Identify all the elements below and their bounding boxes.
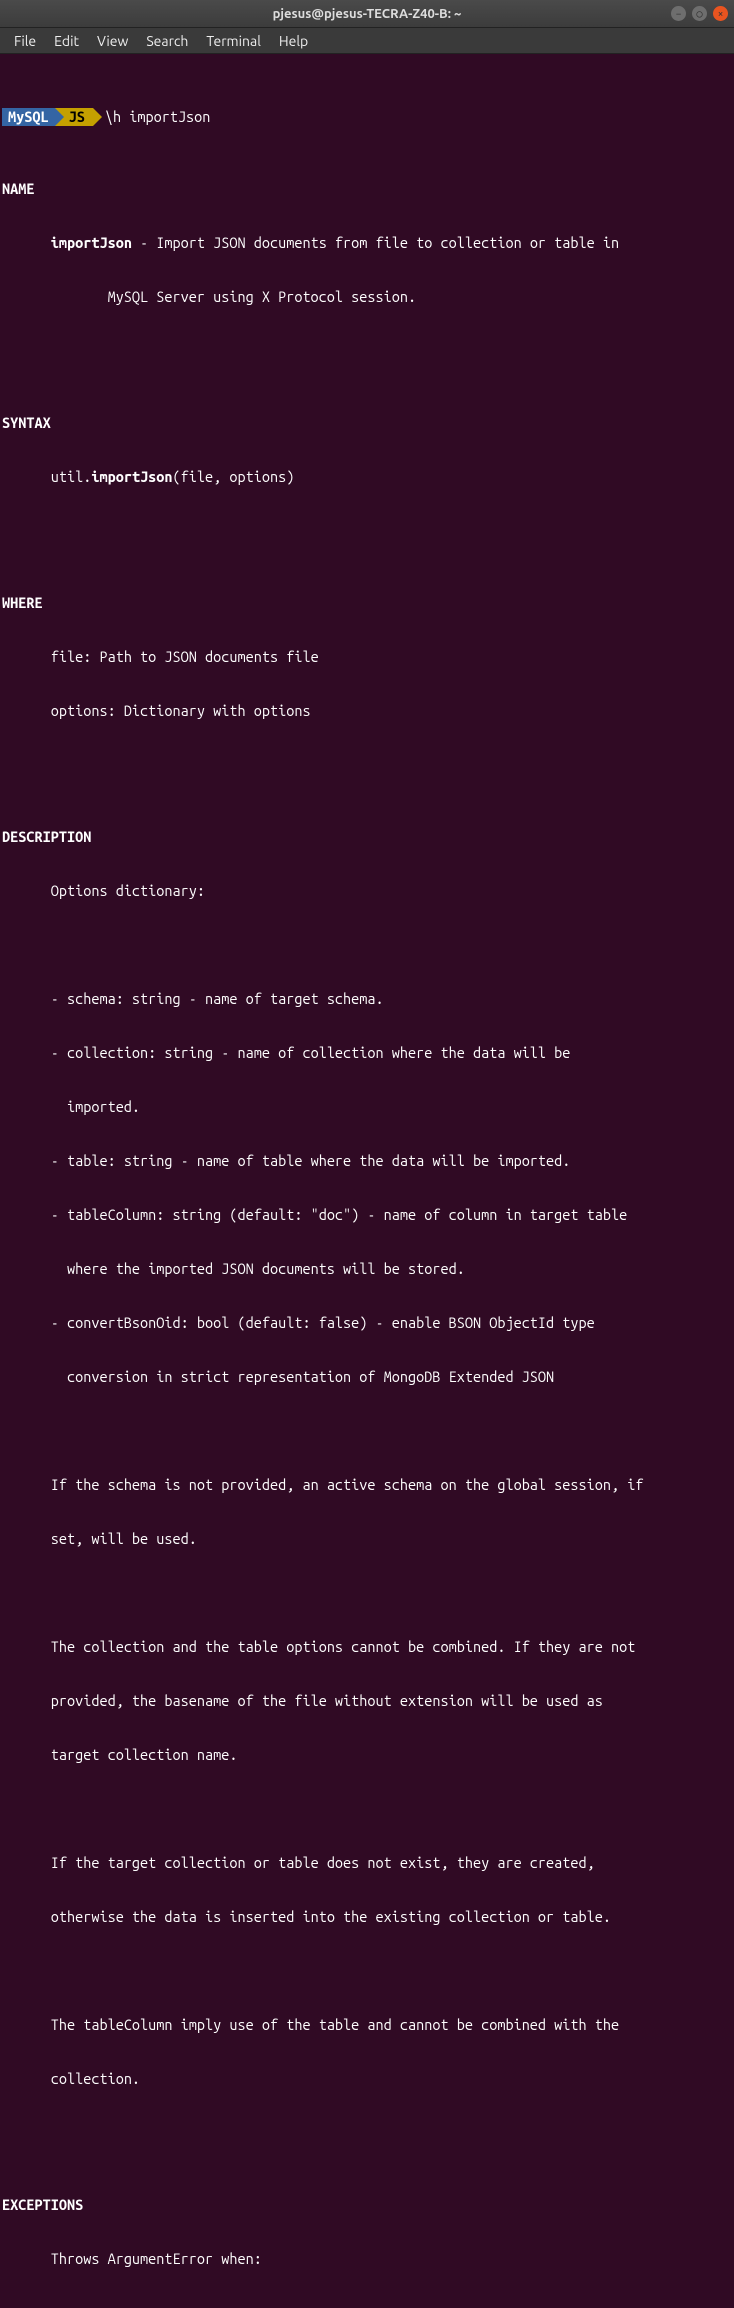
where-options: options: Dictionary with options — [2, 702, 732, 720]
window-controls: − ◯ × — [671, 6, 728, 21]
desc-opt: - schema: string - name of target schema… — [2, 990, 732, 1008]
blank — [2, 2124, 732, 2142]
name-line-1: importJson - Import JSON documents from … — [2, 234, 732, 252]
section-name-heading: NAME — [2, 180, 732, 198]
menu-view[interactable]: View — [89, 31, 136, 51]
prompt-line: MySQL JS \h importJson — [2, 108, 732, 126]
desc-opt: - convertBsonOid: bool (default: false) … — [2, 1314, 732, 1332]
section-description-heading: DESCRIPTION — [2, 828, 732, 846]
menu-search[interactable]: Search — [138, 31, 196, 51]
blank — [2, 1962, 732, 1980]
section-exceptions-heading: EXCEPTIONS — [2, 2196, 732, 2214]
menu-edit[interactable]: Edit — [46, 31, 87, 51]
window-title: pjesus@pjesus-TECRA-Z40-B: ~ — [0, 7, 734, 21]
desc-opt: - collection: string - name of collectio… — [2, 1044, 732, 1062]
blank — [2, 756, 732, 774]
desc-para1: set, will be used. — [2, 1530, 732, 1548]
exc-argument: Throws ArgumentError when: — [2, 2250, 732, 2268]
terminal-output[interactable]: MySQL JS \h importJson NAME importJson -… — [0, 54, 734, 2308]
desc-para2: target collection name. — [2, 1746, 732, 1764]
desc-para3: otherwise the data is inserted into the … — [2, 1908, 732, 1926]
syntax-prefix: util. — [2, 468, 91, 485]
desc-opt: - table: string - name of table where th… — [2, 1152, 732, 1170]
section-syntax-heading: SYNTAX — [2, 414, 732, 432]
blank — [2, 1584, 732, 1602]
syntax-cmd: importJson — [91, 468, 172, 485]
blank — [2, 1800, 732, 1818]
desc-para3: If the target collection or table does n… — [2, 1854, 732, 1872]
desc-para4: The tableColumn imply use of the table a… — [2, 2016, 732, 2034]
desc-opt: conversion in strict representation of M… — [2, 1368, 732, 1386]
name-command: importJson — [51, 234, 132, 251]
blank — [2, 1422, 732, 1440]
close-icon[interactable]: × — [713, 6, 728, 21]
name-line-2: MySQL Server using X Protocol session. — [2, 288, 732, 306]
minimize-icon[interactable]: − — [671, 6, 686, 21]
desc-para4: collection. — [2, 2070, 732, 2088]
syntax-suffix: (file, options) — [173, 468, 295, 485]
menu-file[interactable]: File — [6, 31, 44, 51]
menu-terminal[interactable]: Terminal — [198, 31, 269, 51]
blank — [2, 936, 732, 954]
section-where-heading: WHERE — [2, 594, 732, 612]
prompt-badge-mysql: MySQL — [2, 108, 55, 126]
desc-opt: where the imported JSON documents will b… — [2, 1260, 732, 1278]
name-desc-1: - Import JSON documents from file to col… — [132, 234, 619, 251]
syntax-line: util.importJson(file, options) — [2, 468, 732, 486]
titlebar: pjesus@pjesus-TECRA-Z40-B: ~ − ◯ × — [0, 0, 734, 28]
prompt-command: \h importJson — [93, 108, 211, 126]
where-file: file: Path to JSON documents file — [2, 648, 732, 666]
menubar: File Edit View Search Terminal Help — [0, 28, 734, 54]
desc-para2: provided, the basename of the file witho… — [2, 1692, 732, 1710]
desc-intro: Options dictionary: — [2, 882, 732, 900]
desc-para1: If the schema is not provided, an active… — [2, 1476, 732, 1494]
blank — [2, 2304, 732, 2308]
maximize-icon[interactable]: ◯ — [692, 6, 707, 21]
menu-help[interactable]: Help — [271, 31, 316, 51]
desc-opt: - tableColumn: string (default: "doc") -… — [2, 1206, 732, 1224]
blank — [2, 522, 732, 540]
blank — [2, 342, 732, 360]
desc-opt: imported. — [2, 1098, 732, 1116]
desc-para2: The collection and the table options can… — [2, 1638, 732, 1656]
